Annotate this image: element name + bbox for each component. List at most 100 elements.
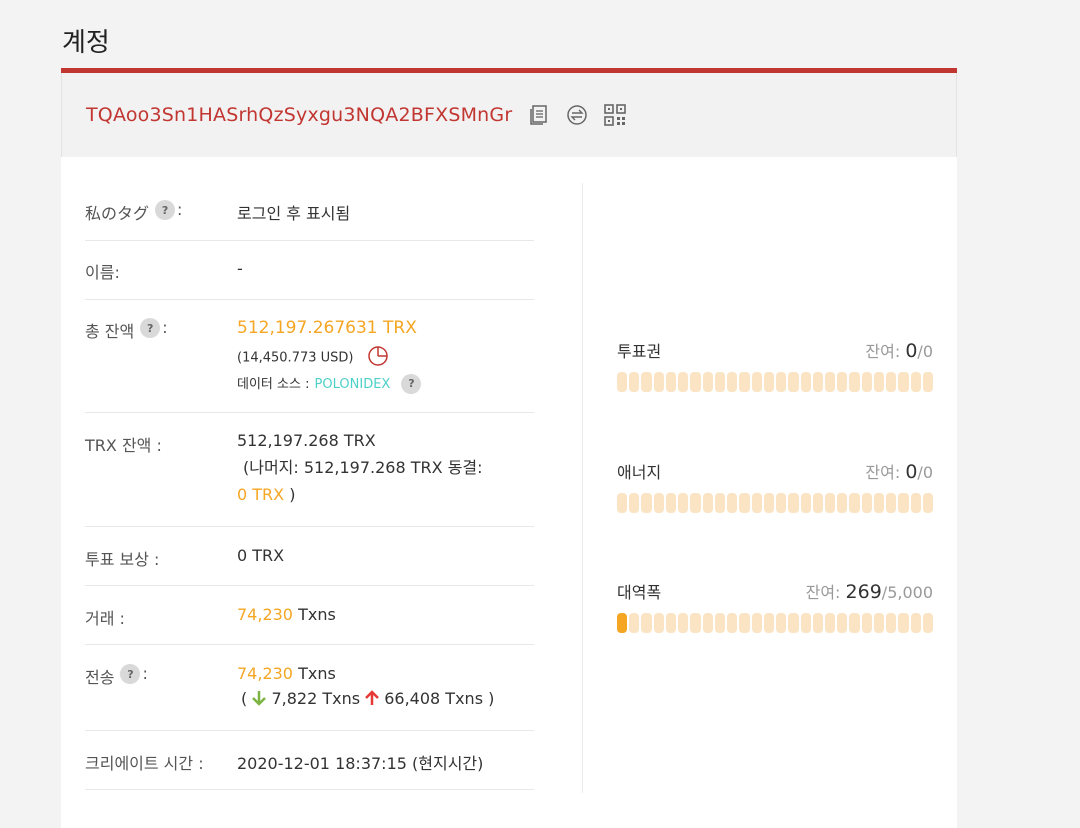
bar-segment (641, 493, 652, 513)
help-icon[interactable]: ? (140, 318, 161, 338)
bar-segment (629, 613, 640, 633)
bar-segment (873, 613, 885, 633)
bar-segment (702, 493, 713, 513)
bar-segment (812, 493, 823, 513)
remain-label: 잔여: (805, 583, 841, 602)
bar-segment (617, 372, 628, 392)
resource-name: 투표권 (617, 342, 662, 361)
tag-value[interactable]: 로그인 후 표시됨 (237, 200, 534, 240)
bar-segment (714, 493, 726, 513)
remain-value: 0 (905, 340, 918, 362)
help-icon[interactable]: ? (401, 373, 422, 394)
bar-segment (678, 493, 689, 513)
total-balance-usd: (14,450.773 USD) (237, 350, 354, 366)
total-balance-trx: 512,197.267631 TRX (237, 318, 417, 338)
bar-segment (641, 372, 652, 392)
bar-segment (727, 372, 738, 392)
data-source-link[interactable]: POLONIDEX (315, 377, 391, 392)
bar-segment (751, 493, 762, 513)
bar-segment (776, 613, 787, 633)
bar-segment (886, 372, 897, 392)
bar-segment (873, 372, 885, 392)
bar-segment (727, 613, 738, 633)
bar-segment (849, 372, 860, 392)
vote-reward-value: 0 TRX (237, 546, 285, 565)
account-card: TQAoo3Sn1HASrhQzSyxgu3NQA2BFXSMnGr 私のタグ … (61, 68, 957, 828)
account-address[interactable]: TQAoo3Sn1HASrhQzSyxgu3NQA2BFXSMnGr (86, 104, 512, 126)
bar-segment (922, 493, 934, 513)
bar-segment (617, 613, 628, 633)
bar-segment (763, 613, 775, 633)
arrow-up-icon (365, 689, 380, 710)
bar-segment (665, 372, 677, 392)
row-name: 이름: - (85, 241, 534, 300)
name-label: 이름: (85, 263, 120, 282)
transfer-icon[interactable] (566, 104, 588, 126)
row-vote-reward: 투표 보상 : 0 TRX (85, 527, 534, 586)
bar-segment (702, 613, 713, 633)
bar-segment (837, 372, 848, 392)
help-icon[interactable]: ? (155, 200, 176, 220)
bar-segment (776, 493, 787, 513)
bar-segment (739, 613, 750, 633)
resource-name: 대역폭 (617, 583, 662, 602)
bar-segment (690, 372, 701, 392)
pie-chart-icon[interactable] (367, 344, 389, 370)
bar-segment (886, 613, 897, 633)
transactions-count[interactable]: 74,230 (237, 605, 293, 624)
bar-segment (800, 493, 811, 513)
resource-vote-power: 투표권 잔여: 0/0 (617, 338, 934, 392)
remain-total: /0 (917, 342, 933, 361)
bar-segment (665, 493, 677, 513)
help-icon[interactable]: ? (120, 664, 141, 684)
resource-bar (617, 613, 934, 633)
resource-bar (617, 372, 934, 392)
trx-frozen: 0 TRX (237, 485, 285, 504)
row-transfers: 전송 ? : 74,230 Txns ( 7,822 Txns 66,408 T… (85, 645, 534, 731)
bar-segment (898, 493, 909, 513)
bar-segment (776, 372, 787, 392)
bar-segment (922, 372, 934, 392)
bar-segment (678, 372, 689, 392)
row-trx-balance: TRX 잔액 : 512,197.268 TRX (나머지: 512,197.2… (85, 413, 534, 527)
copy-icon[interactable] (528, 104, 550, 126)
bar-segment (739, 493, 750, 513)
bar-segment (653, 613, 664, 633)
resources-panel: 투표권 잔여: 0/0 애너지 잔여: 0/0 대역폭 잔여: 269/5,00… (582, 183, 958, 793)
bar-segment (727, 493, 738, 513)
remain-total: /0 (917, 463, 933, 482)
transactions-unit: Txns (298, 605, 336, 624)
bar-segment (629, 372, 640, 392)
bar-segment (629, 493, 640, 513)
total-balance-suffix: : (162, 318, 168, 337)
transfers-count[interactable]: 74,230 (237, 664, 293, 683)
bar-segment (812, 613, 823, 633)
data-source-label: 데이터 소스 : (237, 377, 310, 392)
bar-segment (641, 613, 652, 633)
remain-value: 0 (905, 461, 918, 483)
bar-segment (910, 493, 921, 513)
bar-segment (837, 613, 848, 633)
remain-total: /5,000 (881, 583, 933, 602)
resource-bar (617, 493, 934, 513)
transfers-suffix: : (142, 664, 148, 683)
bar-segment (690, 613, 701, 633)
qr-code-icon[interactable] (604, 104, 627, 126)
vote-reward-label: 투표 보상 : (85, 550, 160, 569)
bar-segment (665, 613, 677, 633)
remain-label: 잔여: (865, 342, 901, 361)
bar-segment (898, 372, 909, 392)
trx-balance-label: TRX 잔액 : (85, 436, 162, 455)
bar-segment (861, 493, 872, 513)
transfers-out: 66,408 Txns ) (384, 689, 495, 708)
bar-segment (837, 493, 848, 513)
bar-segment (617, 493, 628, 513)
bar-segment (653, 493, 664, 513)
row-total-balance: 총 잔액 ? : 512,197.267631 TRX (14,450.773 … (85, 300, 534, 413)
bar-segment (910, 372, 921, 392)
row-created: 크리에이트 시간 : 2020-12-01 18:37:15 (현지시간) (85, 731, 534, 790)
bar-segment (751, 372, 762, 392)
bar-segment (788, 493, 799, 513)
bar-segment (702, 372, 713, 392)
transactions-label: 거래 : (85, 609, 125, 628)
